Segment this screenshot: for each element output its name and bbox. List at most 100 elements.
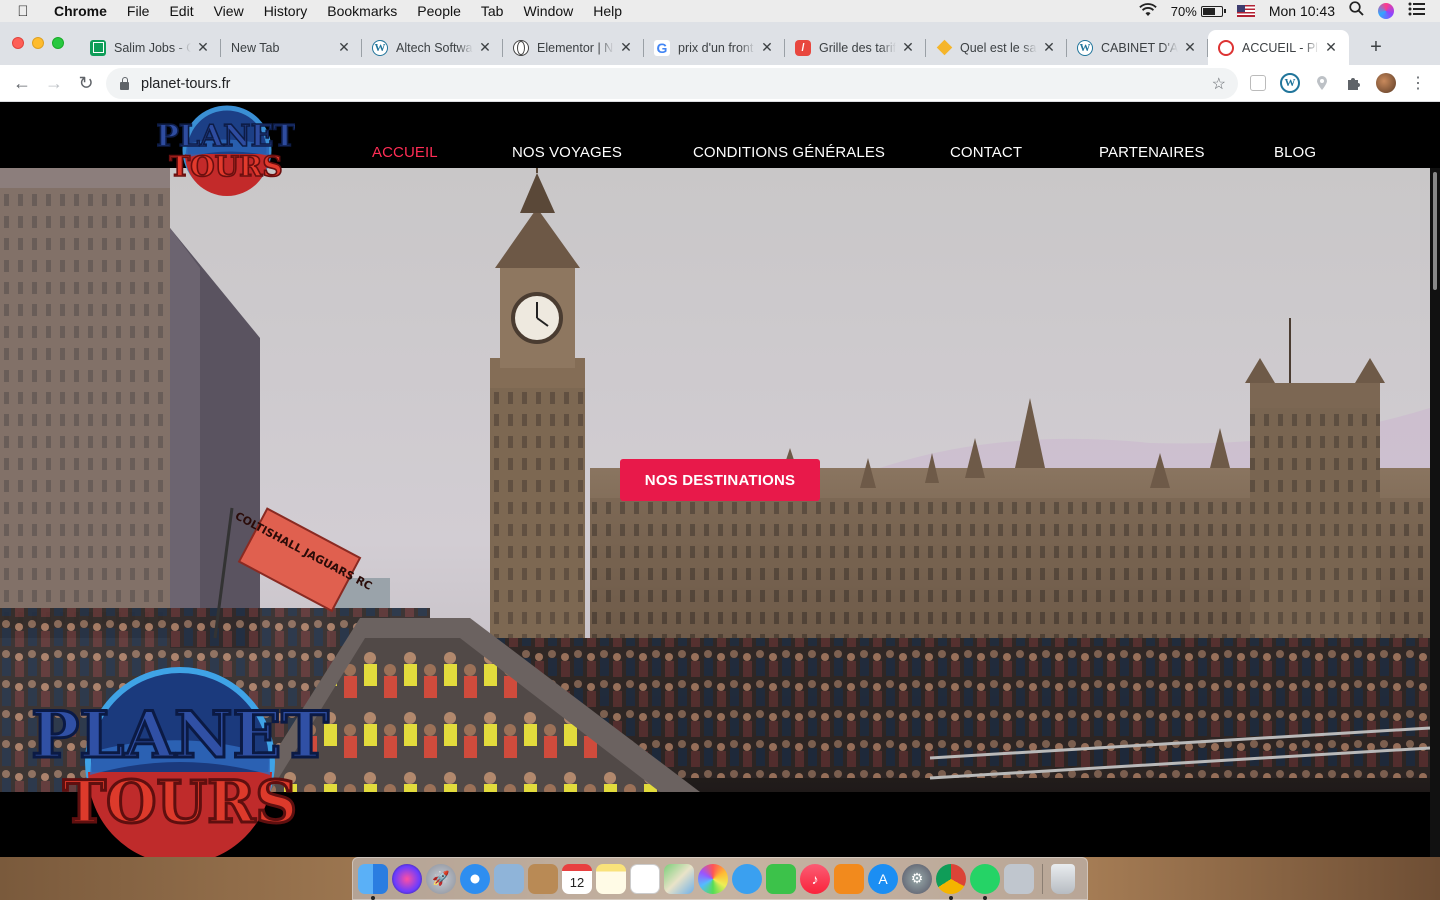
hero-logo-watermark: PLANET TOURS <box>30 667 330 857</box>
calendar-icon[interactable]: 12 <box>562 863 592 894</box>
battery-status[interactable]: 70% <box>1170 3 1226 19</box>
logo-line-planet: PLANET <box>157 119 295 154</box>
trash-icon[interactable] <box>1051 863 1075 894</box>
close-tab-icon[interactable]: ✕ <box>900 39 916 56</box>
tab-elementor[interactable]: Elementor | N ✕ <box>503 30 644 65</box>
menu-help[interactable]: Help <box>593 3 622 19</box>
nav-contact[interactable]: CONTACT <box>950 144 1022 161</box>
clock[interactable]: Mon 10:43 <box>1269 3 1335 19</box>
site-logo[interactable]: PLANET TOURS <box>157 104 295 199</box>
lock-icon[interactable] <box>120 76 129 90</box>
siri-icon[interactable] <box>1378 3 1394 19</box>
chrome-menu-icon[interactable]: ⋮ <box>1408 73 1428 93</box>
location-pin-icon[interactable] <box>1312 73 1332 93</box>
window-controls <box>12 37 64 49</box>
bookmark-star-icon[interactable]: ☆ <box>1212 74 1226 94</box>
tab-new-tab[interactable]: New Tab ✕ <box>221 30 362 65</box>
url-text[interactable]: planet-tours.fr <box>141 76 230 92</box>
system-preferences-icon[interactable]: ⚙ <box>902 863 932 894</box>
tab-quel-est[interactable]: Quel est le sa ✕ <box>926 30 1067 65</box>
wordpress-extension-icon[interactable]: W <box>1280 73 1300 93</box>
books-icon[interactable] <box>834 863 864 894</box>
facetime-icon[interactable] <box>766 863 796 894</box>
tab-strip: Salim Jobs - G ✕ New Tab ✕ W Altech Soft… <box>0 22 1440 65</box>
maps-icon[interactable] <box>664 863 694 894</box>
safari-icon[interactable] <box>460 863 490 894</box>
whatsapp-icon[interactable] <box>970 863 1000 900</box>
reload-icon[interactable]: ↻ <box>75 72 97 94</box>
close-tab-icon[interactable]: ✕ <box>759 39 775 56</box>
close-tab-icon[interactable]: ✕ <box>336 39 352 56</box>
menu-file[interactable]: File <box>127 3 150 19</box>
logo-line-tours: TOURS <box>169 150 282 183</box>
menu-window[interactable]: Window <box>523 3 573 19</box>
globe-icon <box>513 39 529 56</box>
tab-cabinet[interactable]: W CABINET D'A ✕ <box>1067 30 1208 65</box>
wifi-icon[interactable] <box>1139 2 1157 20</box>
close-tab-icon[interactable]: ✕ <box>477 39 493 56</box>
calendar-day: 12 <box>569 874 585 890</box>
apple-menu-icon[interactable]:  <box>14 3 32 20</box>
menu-history[interactable]: History <box>264 3 308 19</box>
nav-conditions-generales[interactable]: CONDITIONS GÉNÉRALES <box>693 144 885 161</box>
close-tab-icon[interactable]: ✕ <box>618 39 634 56</box>
tab-altech[interactable]: W Altech Softwa ✕ <box>362 30 503 65</box>
tab-title: CABINET D'A <box>1101 40 1178 55</box>
puzzle-extensions-icon[interactable] <box>1344 73 1364 93</box>
music-icon[interactable]: ♪ <box>800 863 830 894</box>
profile-avatar[interactable] <box>1376 73 1396 93</box>
page-scrollbar[interactable] <box>1430 168 1440 857</box>
tab-grille-tarifs[interactable]: Grille des tarif ✕ <box>785 30 926 65</box>
notification-center-icon[interactable] <box>1408 2 1426 21</box>
diamond-icon <box>936 40 952 56</box>
close-window-button[interactable] <box>12 37 24 49</box>
finder-icon[interactable] <box>358 863 388 900</box>
back-arrow-icon[interactable]: ← <box>11 72 33 94</box>
tab-accueil-active[interactable]: ACCUEIL - Pl ✕ <box>1208 30 1349 65</box>
tab-title: ACCUEIL - Pl <box>1242 40 1318 55</box>
notes-icon[interactable] <box>596 863 626 894</box>
menu-view[interactable]: View <box>214 3 244 19</box>
macos-dock: 🚀 12 ♪ A ⚙ <box>352 857 1088 900</box>
messages-icon[interactable] <box>732 863 762 894</box>
photos-icon[interactable] <box>698 863 728 894</box>
nav-partenaires[interactable]: PARTENAIRES <box>1099 144 1205 161</box>
extension-icon[interactable] <box>1250 75 1266 91</box>
spotlight-search-icon[interactable] <box>1349 1 1364 21</box>
tab-title: New Tab <box>231 40 280 55</box>
close-tab-icon[interactable]: ✕ <box>195 39 211 56</box>
tab-google-search[interactable]: G prix d'un front ✕ <box>644 30 785 65</box>
siri-dock-icon[interactable] <box>392 863 422 894</box>
close-tab-icon[interactable]: ✕ <box>1323 39 1339 56</box>
chrome-dock-icon[interactable] <box>936 863 966 900</box>
app-store-icon[interactable]: A <box>868 863 898 894</box>
input-source-flag-icon[interactable] <box>1236 5 1255 17</box>
minimize-window-button[interactable] <box>32 37 44 49</box>
new-tab-button[interactable]: + <box>1365 36 1387 59</box>
menu-bookmarks[interactable]: Bookmarks <box>327 3 397 19</box>
launchpad-icon[interactable]: 🚀 <box>426 863 456 894</box>
macos-menubar:  Chrome File Edit View History Bookmark… <box>0 0 1440 22</box>
address-bar[interactable]: planet-tours.fr ☆ <box>106 68 1238 99</box>
tabs: Salim Jobs - G ✕ New Tab ✕ W Altech Soft… <box>80 30 1349 65</box>
menu-tab[interactable]: Tab <box>481 3 504 19</box>
nos-destinations-button[interactable]: NOS DESTINATIONS <box>620 459 820 501</box>
menu-app-chrome[interactable]: Chrome <box>54 3 107 19</box>
contacts-icon[interactable] <box>528 863 558 894</box>
preview-icon[interactable] <box>494 863 524 894</box>
battery-percent: 70% <box>1170 3 1197 19</box>
browser-toolbar: ← → ↻ planet-tours.fr ☆ W ⋮ <box>0 65 1440 102</box>
forward-arrow-icon[interactable]: → <box>43 72 65 94</box>
close-tab-icon[interactable]: ✕ <box>1041 39 1057 56</box>
nav-blog[interactable]: BLOG <box>1274 144 1316 161</box>
nav-nos-voyages[interactable]: NOS VOYAGES <box>512 144 622 161</box>
menu-people[interactable]: People <box>417 3 461 19</box>
fullscreen-window-button[interactable] <box>52 37 64 49</box>
scrollbar-thumb[interactable] <box>1433 172 1437 290</box>
close-tab-icon[interactable]: ✕ <box>1182 39 1198 56</box>
tab-salim-jobs[interactable]: Salim Jobs - G ✕ <box>80 30 221 65</box>
nav-accueil[interactable]: ACCUEIL <box>372 144 438 161</box>
menu-edit[interactable]: Edit <box>169 3 193 19</box>
image-capture-icon[interactable] <box>1004 863 1034 894</box>
reminders-icon[interactable] <box>630 863 660 894</box>
